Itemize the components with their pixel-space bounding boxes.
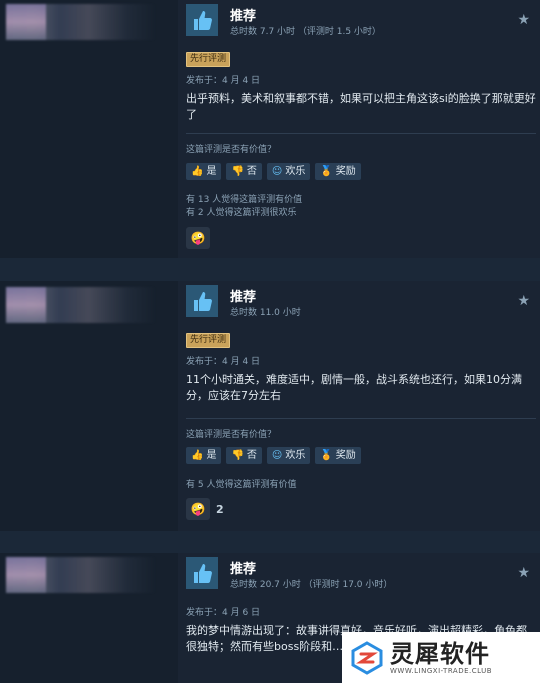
review-verdict[interactable]: 推荐	[230, 5, 256, 24]
reviewer-info	[0, 0, 178, 258]
helpful-count: 有 13 人觉得这篇评测有价值	[186, 195, 303, 205]
playtime: 总时数 20.7 小时 （评测时 17.0 小时）	[230, 580, 393, 590]
review-verdict[interactable]: 推荐	[230, 286, 256, 305]
review-text: 出乎预料，美术和叙事都不错，如果可以把主角这该si的脸换了那就更好了	[186, 92, 536, 121]
thumbs-down-icon: 👎	[231, 166, 244, 177]
thumbs-up-icon: 👍	[191, 166, 204, 177]
watermark-title: 灵犀软件	[390, 639, 490, 668]
early-access-badge: 先行评测	[186, 52, 231, 67]
star-icon[interactable]: ★	[517, 293, 530, 309]
award-icon: 🏅	[320, 450, 333, 461]
vote-funny-button[interactable]: ☺ 欢乐	[266, 163, 311, 180]
posted-date: 发布于：4 月 6 日	[186, 608, 261, 618]
award-count: 2	[216, 502, 224, 516]
vote-funny-button[interactable]: ☺ 欢乐	[266, 447, 311, 464]
vote-yes-button[interactable]: 👍 是	[186, 447, 222, 464]
awards: 🤪	[186, 227, 210, 249]
funny-count: 有 2 人觉得这篇评测很欢乐	[186, 208, 297, 218]
award-button[interactable]: 🏅 奖励	[315, 163, 361, 180]
awards: 🤪 2	[186, 498, 224, 520]
reviewer-info	[0, 553, 178, 683]
logo-icon	[350, 640, 384, 675]
smile-icon: ☺	[271, 166, 283, 177]
avatar[interactable]	[6, 4, 156, 40]
divider	[186, 133, 536, 134]
playtime: 总时数 7.7 小时 （评测时 1.5 小时）	[230, 27, 381, 37]
avatar[interactable]	[6, 287, 156, 323]
posted-date: 发布于：4 月 4 日	[186, 76, 261, 86]
thumbs-up-icon: 👍	[191, 450, 204, 461]
thumbs-up-icon	[186, 4, 218, 36]
posted-date: 发布于：4 月 4 日	[186, 357, 261, 367]
smile-icon: ☺	[271, 450, 283, 461]
vote-buttons: 👍 是 👎 否 ☺ 欢乐 🏅 奖励	[186, 447, 361, 464]
award-button[interactable]: 🏅 奖励	[315, 447, 361, 464]
playtime: 总时数 11.0 小时	[230, 308, 301, 318]
helpful-question: 这篇评测是否有价值？	[186, 430, 277, 440]
award-emoji-icon[interactable]: 🤪	[186, 227, 210, 249]
avatar[interactable]	[6, 557, 156, 593]
thumbs-up-icon	[186, 557, 218, 589]
review-card: 推荐 总时数 7.7 小时 （评测时 1.5 小时） ★ 先行评测 发布于：4 …	[0, 0, 540, 258]
star-icon[interactable]: ★	[517, 12, 530, 28]
reviewer-info	[0, 281, 178, 531]
vote-no-button[interactable]: 👎 否	[226, 447, 262, 464]
award-emoji-icon[interactable]: 🤪	[186, 498, 210, 520]
separator	[0, 531, 540, 551]
review-verdict[interactable]: 推荐	[230, 558, 256, 577]
vote-buttons: 👍 是 👎 否 ☺ 欢乐 🏅 奖励	[186, 163, 361, 180]
early-access-badge: 先行评测	[186, 333, 231, 348]
divider	[186, 418, 536, 419]
award-icon: 🏅	[320, 166, 333, 177]
vote-no-button[interactable]: 👎 否	[226, 163, 262, 180]
watermark-logo: 灵犀软件 WWW.LINGXI-TRADE.CLUB	[342, 632, 540, 683]
thumbs-down-icon: 👎	[231, 450, 244, 461]
helpful-count: 有 5 人觉得这篇评测有价值	[186, 480, 297, 490]
vote-yes-button[interactable]: 👍 是	[186, 163, 222, 180]
separator	[0, 258, 540, 278]
star-icon[interactable]: ★	[517, 565, 530, 581]
review-card: 推荐 总时数 11.0 小时 ★ 先行评测 发布于：4 月 4 日 11个小时通…	[0, 281, 540, 531]
helpful-question: 这篇评测是否有价值？	[186, 145, 277, 155]
thumbs-up-icon	[186, 285, 218, 317]
watermark-subtitle: WWW.LINGXI-TRADE.CLUB	[390, 666, 493, 675]
review-text: 11个小时通关，难度适中，剧情一般，战斗系统也还行，如果10分满分，应该在7分左…	[186, 373, 522, 402]
